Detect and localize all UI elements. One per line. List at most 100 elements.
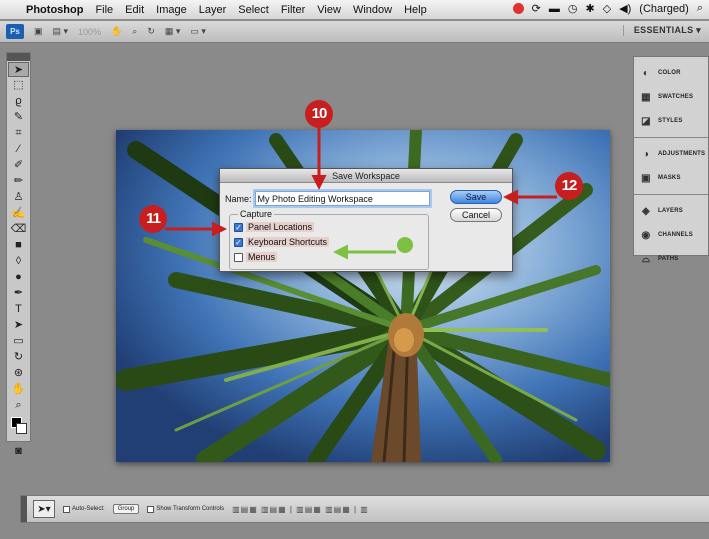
wifi-icon[interactable]: ◇ [603, 2, 611, 15]
clone-stamp-tool-icon[interactable]: ♙ [8, 190, 29, 205]
zoom-tool-icon-2[interactable]: ⌕ [8, 398, 29, 413]
panel-group-color: ◐ COLOR ▦ SWATCHES ◪ STYLES [634, 57, 708, 138]
status-red-icon[interactable] [512, 3, 524, 14]
path-selection-tool-icon[interactable]: ➤ [8, 318, 29, 333]
panel-paths[interactable]: ⌓ PATHS [634, 247, 708, 271]
hand-tool-icon-2[interactable]: ✋ [8, 382, 29, 397]
group-select-value[interactable]: Group [112, 504, 140, 514]
panel-masks[interactable]: ▣ MASKS [634, 166, 708, 190]
arrange-documents-button[interactable]: ▦ ▾ [165, 26, 181, 37]
menu-filter[interactable]: Filter [281, 4, 305, 16]
sync-icon[interactable]: ⟳ [532, 2, 541, 15]
transform-controls-label: Show Transform Controls [156, 506, 225, 512]
name-label: Name: [225, 193, 252, 204]
background-color-swatch[interactable] [16, 423, 27, 434]
workspace-switcher[interactable]: ESSENTIALS ▾ [622, 25, 701, 36]
gradient-tool-icon[interactable]: ■ [8, 238, 29, 253]
3d-rotate-tool-icon[interactable]: ↻ [8, 350, 29, 365]
capture-group: Capture ✓ Panel Locations ✓ Keyboard Sho… [229, 209, 429, 270]
dialog-title[interactable]: Save Workspace [220, 169, 512, 183]
transform-controls-option[interactable]: Show Transform Controls [147, 505, 225, 513]
spotlight-icon[interactable]: ⌕ [697, 2, 703, 15]
auto-select-checkbox[interactable] [63, 505, 70, 513]
hand-tool-icon[interactable]: ✋ [111, 26, 122, 37]
eraser-tool-icon[interactable]: ⌫ [8, 222, 29, 237]
panel-styles[interactable]: ◪ STYLES [634, 109, 708, 133]
cancel-button[interactable]: Cancel [450, 208, 502, 222]
view-extras-button[interactable]: ▤ ▾ [53, 26, 69, 37]
save-button[interactable]: Save [450, 190, 502, 204]
bridge-button[interactable]: ▣ [34, 26, 43, 37]
display-icon[interactable]: ▬ [549, 3, 560, 15]
panel-color[interactable]: ◐ COLOR [634, 61, 708, 85]
panel-group-layers: ◈ LAYERS ◉ CHANNELS ⌓ PATHS [634, 195, 708, 275]
menu-select[interactable]: Select [238, 4, 269, 16]
3d-orbit-tool-icon[interactable]: ⊛ [8, 366, 29, 381]
marquee-tool-icon[interactable]: ⬚ [8, 78, 29, 93]
swatches-panel-icon: ▦ [641, 91, 651, 103]
quick-selection-tool-icon[interactable]: ✎ [8, 110, 29, 125]
auto-select-option[interactable]: Auto-Select: [63, 505, 105, 513]
bluetooth-icon[interactable]: ✱ [585, 2, 594, 15]
application-bar: Ps ▣ ▤ ▾ 100% ✋ ⌕ ↻ ▦ ▾ ▭ ▾ ESSENTIALS ▾ [0, 21, 709, 43]
tool-preset-picker[interactable]: ➤▾ [33, 500, 55, 518]
lasso-tool-icon[interactable]: ϱ [8, 94, 29, 109]
screen-mode-button[interactable]: ▭ ▾ [190, 26, 206, 37]
keyboard-shortcuts-checkbox[interactable]: ✓ [234, 237, 243, 247]
eyedropper-tool-icon[interactable]: ⁄ [8, 142, 29, 157]
name-row: Name: [225, 191, 430, 206]
menu-edit[interactable]: Edit [125, 4, 144, 16]
quick-mask-icon[interactable]: ◙ [8, 444, 29, 459]
menu-view[interactable]: View [317, 4, 341, 16]
battery-status[interactable]: (Charged) [639, 3, 689, 15]
blur-tool-icon[interactable]: ◊ [8, 254, 29, 269]
healing-brush-tool-icon[interactable]: ✐ [8, 158, 29, 173]
keyboard-shortcuts-option[interactable]: ✓ Keyboard Shortcuts [234, 237, 330, 247]
move-tool-icon[interactable]: ➤ [8, 62, 29, 77]
dodge-tool-icon[interactable]: ● [8, 270, 29, 285]
brush-tool-icon[interactable]: ✏ [8, 174, 29, 189]
channels-panel-icon: ◉ [641, 229, 651, 241]
menu-image[interactable]: Image [156, 4, 187, 16]
options-bar-grip[interactable] [21, 496, 27, 522]
panel-locations-option[interactable]: ✓ Panel Locations [234, 222, 315, 232]
crop-tool-icon[interactable]: ⌗ [8, 126, 29, 141]
panel-locations-label: Panel Locations [246, 222, 315, 232]
shape-tool-icon[interactable]: ▭ [8, 334, 29, 349]
keyboard-shortcuts-label: Keyboard Shortcuts [246, 237, 330, 247]
panel-styles-label: STYLES [658, 118, 683, 124]
callout-12: 12 [555, 172, 583, 200]
status-area: ⟳ ▬ ◷ ✱ ◇ ◀) (Charged) ⌕ [512, 2, 703, 15]
volume-icon[interactable]: ◀) [619, 2, 631, 15]
menus-label: Menus [246, 252, 278, 262]
history-brush-tool-icon[interactable]: ✍ [8, 206, 29, 221]
type-tool-icon[interactable]: T [8, 302, 29, 317]
time-machine-icon[interactable]: ◷ [568, 2, 578, 15]
panel-locations-checkbox[interactable]: ✓ [234, 222, 243, 232]
zoom-level[interactable]: 100% [78, 27, 101, 37]
menus-checkbox[interactable] [234, 252, 243, 262]
panel-swatches-label: SWATCHES [658, 94, 694, 100]
group-select[interactable]: Group [112, 504, 140, 514]
capture-legend: Capture [238, 209, 275, 219]
workspace-name-input[interactable] [254, 191, 430, 206]
zoom-tool-icon[interactable]: ⌕ [132, 26, 137, 37]
styles-panel-icon: ◪ [641, 115, 651, 127]
menu-app-name[interactable]: Photoshop [26, 4, 83, 16]
menu-window[interactable]: Window [353, 4, 392, 16]
menu-help[interactable]: Help [404, 4, 427, 16]
panel-layers[interactable]: ◈ LAYERS [634, 199, 708, 223]
callout-10: 10 [305, 100, 333, 128]
menu-file[interactable]: File [95, 4, 113, 16]
align-buttons[interactable]: ▥▤▦ ▥▤▦ | ▥▤▦ ▥▤▦ | ▥ [232, 505, 369, 514]
callout-11: 11 [139, 205, 167, 233]
panel-swatches[interactable]: ▦ SWATCHES [634, 85, 708, 109]
menus-option[interactable]: Menus [234, 252, 278, 262]
rotate-view-icon[interactable]: ↻ [147, 26, 155, 37]
tools-panel-grip[interactable] [7, 53, 30, 61]
menu-layer[interactable]: Layer [199, 4, 227, 16]
transform-controls-checkbox[interactable] [147, 505, 155, 513]
panel-adjustments[interactable]: ◑ ADJUSTMENTS [634, 142, 708, 166]
pen-tool-icon[interactable]: ✒ [8, 286, 29, 301]
panel-channels[interactable]: ◉ CHANNELS [634, 223, 708, 247]
